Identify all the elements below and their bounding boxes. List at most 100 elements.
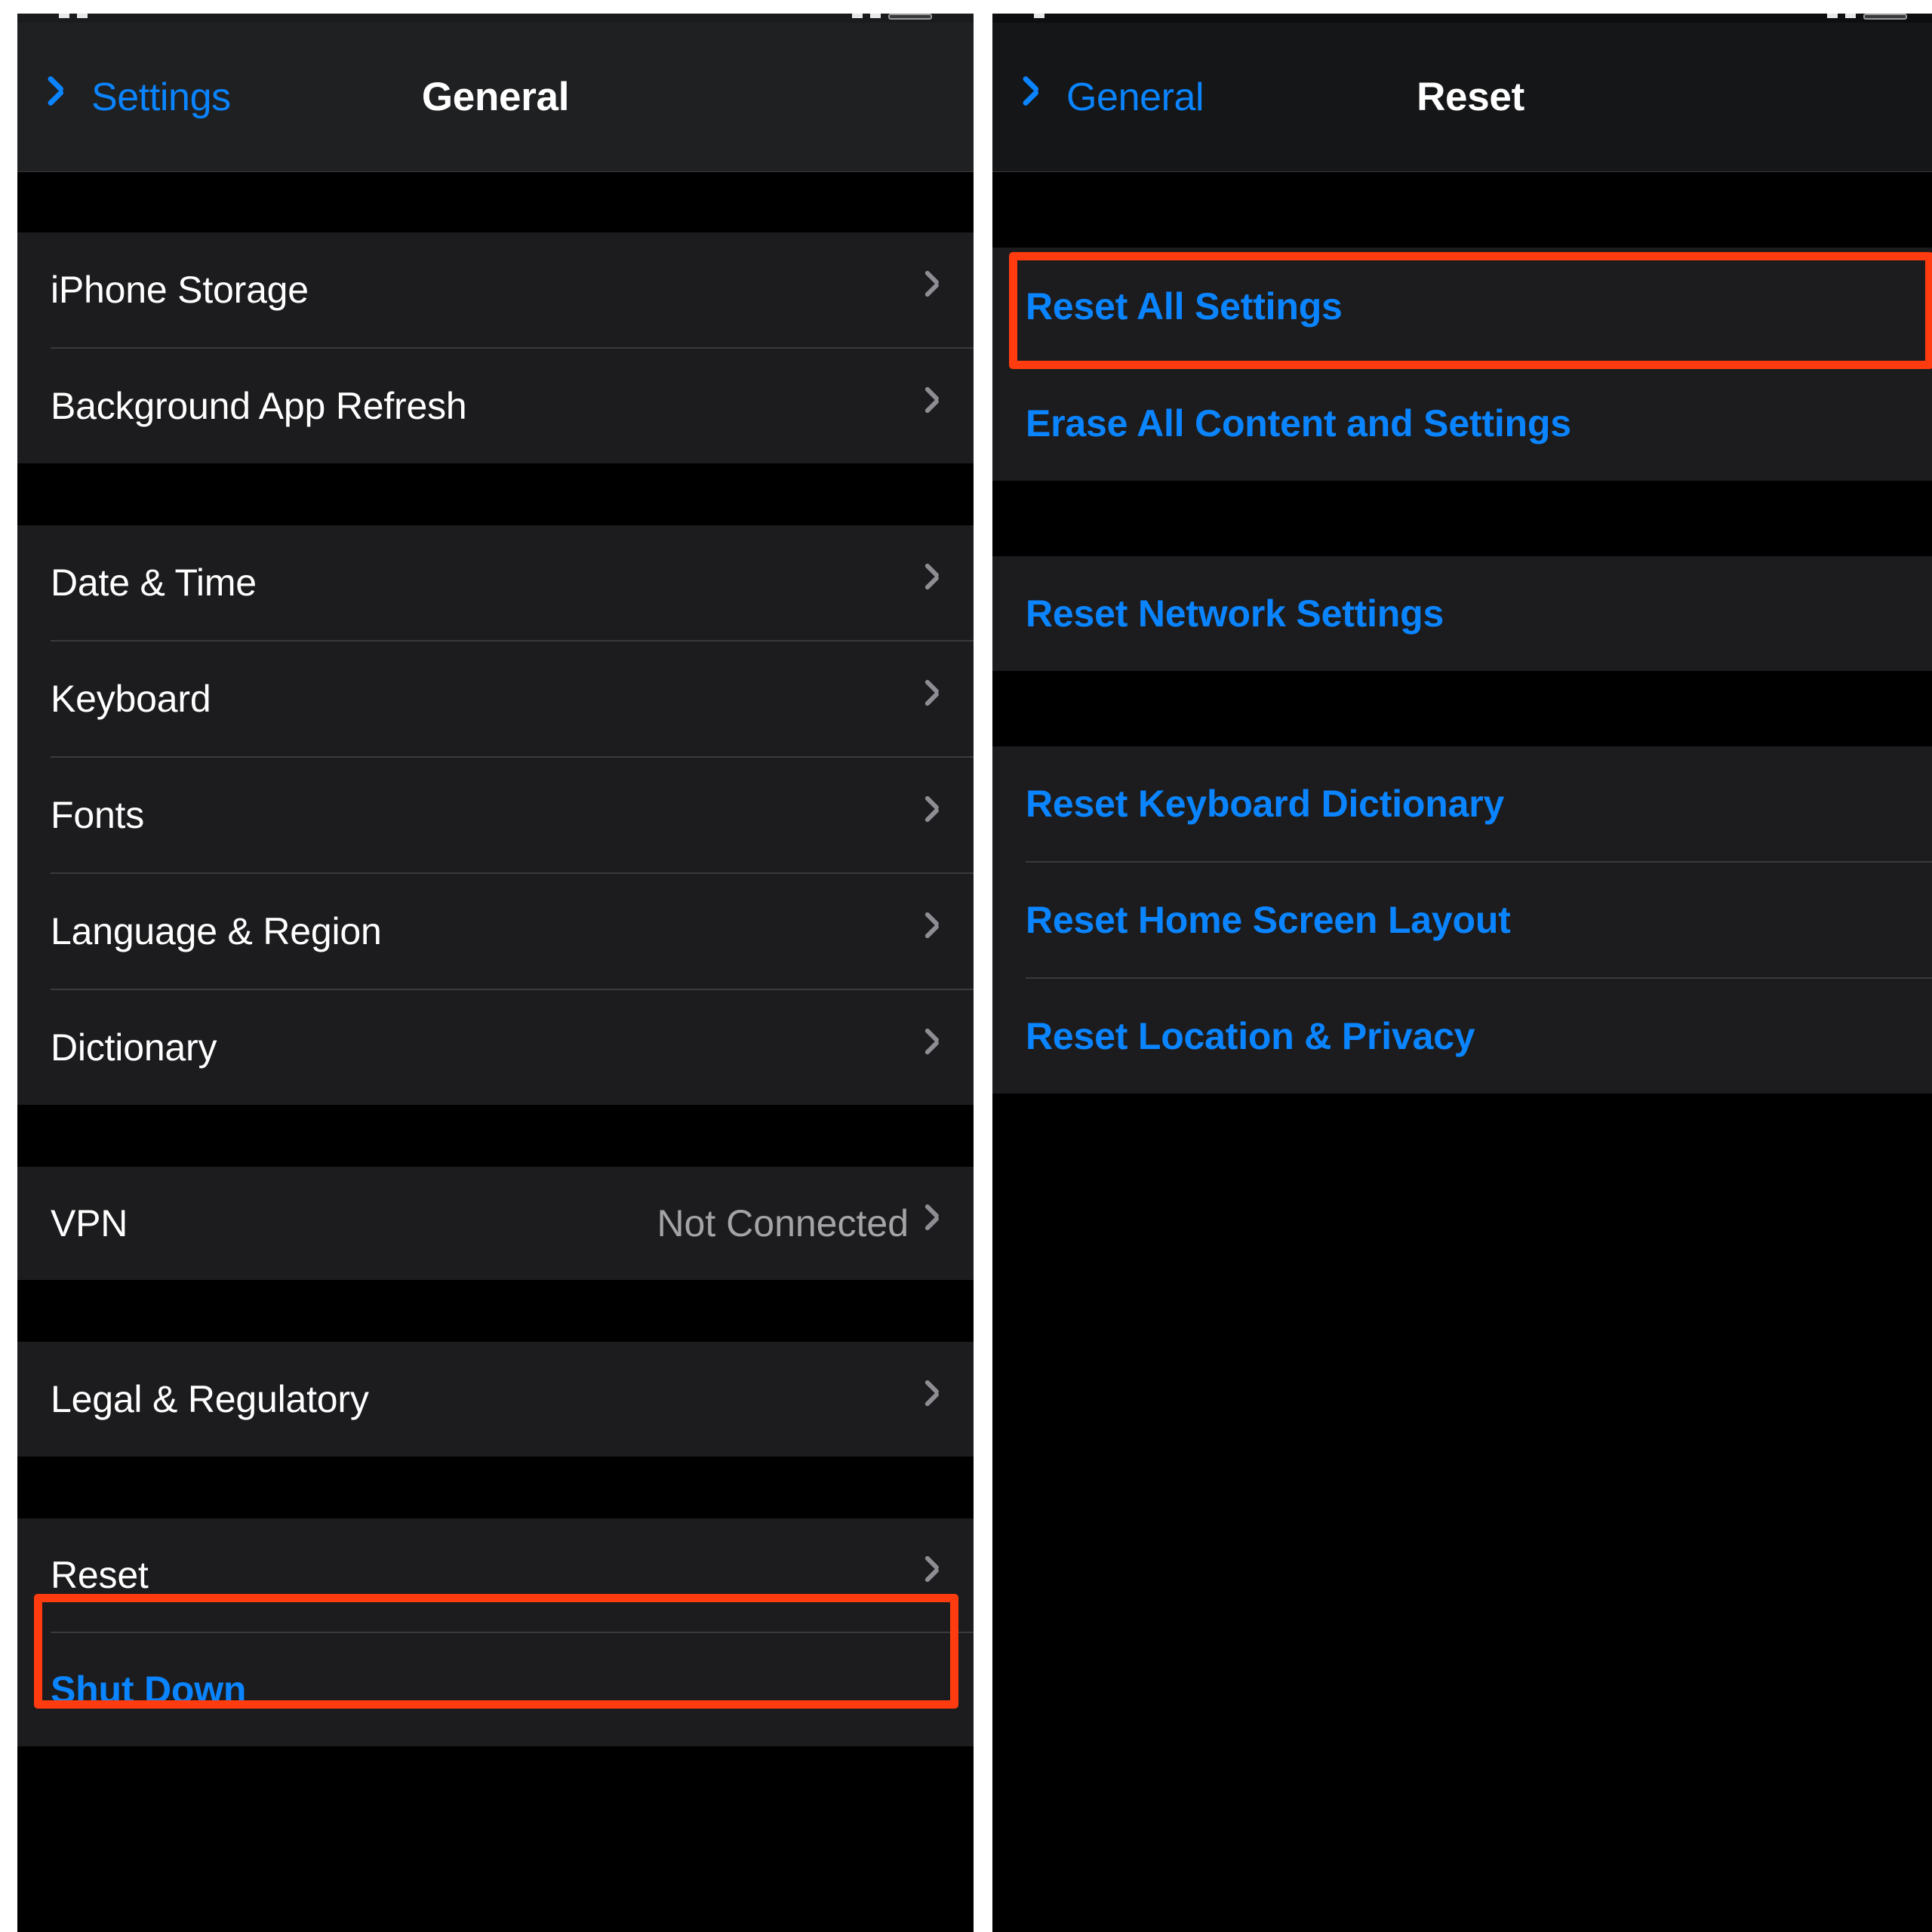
row-reset-network-settings[interactable]: Reset Network Settings — [992, 556, 1932, 671]
row-background-app-refresh[interactable]: Background App Refresh — [17, 349, 974, 463]
list-gap — [17, 1280, 974, 1342]
row-label: iPhone Storage — [51, 269, 309, 311]
row-accessory — [925, 392, 940, 420]
row-accessory — [925, 1033, 940, 1062]
row-accessory — [925, 1385, 940, 1414]
status-bar-left — [59, 14, 88, 18]
carrier-dots-icon — [59, 14, 69, 18]
row-date-and-time[interactable]: Date & Time — [17, 525, 974, 640]
left-phone-screen: Settings General iPhone Storage Backgrou… — [17, 14, 974, 1932]
row-reset-location-and-privacy[interactable]: Reset Location & Privacy — [992, 979, 1932, 1094]
row-label: Reset — [51, 1554, 149, 1596]
row-language-and-region[interactable]: Language & Region — [17, 874, 974, 989]
list-bottom-gap — [992, 1094, 1932, 1932]
settings-group: Reset Shut Down — [17, 1518, 974, 1746]
row-fonts[interactable]: Fonts — [17, 758, 974, 872]
row-label: Keyboard — [51, 678, 211, 720]
chevron-right-icon — [925, 917, 940, 946]
row-label: Fonts — [51, 794, 145, 836]
list-gap — [17, 172, 974, 232]
cellular-signal-icon — [852, 14, 863, 18]
row-dictionary[interactable]: Dictionary — [17, 990, 974, 1105]
row-label: Erase All Content and Settings — [1026, 402, 1571, 445]
chevron-right-icon — [925, 568, 940, 597]
battery-icon — [1863, 14, 1907, 20]
battery-icon — [888, 14, 932, 20]
chevron-right-icon — [925, 1209, 940, 1238]
settings-group: Date & Time Keyboard Fonts Language & Re… — [17, 525, 974, 1105]
chevron-right-icon — [925, 801, 940, 829]
settings-group: Legal & Regulatory — [17, 1342, 974, 1457]
row-accessory — [925, 568, 940, 597]
back-button-label: General — [1066, 75, 1204, 119]
row-reset-all-settings[interactable]: Reset All Settings — [992, 248, 1932, 365]
status-bar-right — [852, 14, 932, 20]
right-phone-screen: General Reset Reset All Settings Erase A… — [992, 14, 1932, 1932]
chevron-right-icon — [925, 275, 940, 304]
row-label: Background App Refresh — [51, 385, 467, 427]
row-label: Dictionary — [51, 1026, 217, 1069]
row-accessory — [925, 685, 940, 713]
list-gap — [992, 172, 1932, 248]
back-to-general-button[interactable]: General — [1035, 75, 1204, 120]
right-nav-bar: General Reset — [992, 23, 1932, 172]
row-keyboard[interactable]: Keyboard — [17, 641, 974, 756]
wifi-icon — [870, 14, 881, 18]
settings-group: Reset Network Settings — [992, 556, 1932, 671]
status-bar — [992, 14, 1932, 23]
list-bottom-gap — [17, 1746, 974, 1837]
row-reset-keyboard-dictionary[interactable]: Reset Keyboard Dictionary — [992, 746, 1932, 861]
row-erase-all-content-and-settings[interactable]: Erase All Content and Settings — [992, 366, 1932, 481]
chevron-right-icon — [925, 685, 940, 713]
row-accessory — [925, 1561, 940, 1589]
status-bar-left — [1034, 14, 1044, 18]
list-gap — [992, 481, 1932, 556]
vpn-status-value: Not Connected — [657, 1202, 909, 1244]
back-to-settings-button[interactable]: Settings — [60, 75, 231, 120]
row-reset[interactable]: Reset — [17, 1518, 974, 1632]
list-gap — [992, 671, 1932, 746]
row-accessory — [925, 801, 940, 829]
row-label: Language & Region — [51, 910, 382, 952]
list-gap — [17, 463, 974, 525]
row-accessory: Not Connected — [657, 1201, 940, 1245]
row-label: Legal & Regulatory — [51, 1378, 369, 1420]
cellular-signal-icon — [1827, 14, 1838, 18]
row-legal-and-regulatory[interactable]: Legal & Regulatory — [17, 1342, 974, 1457]
status-bar-right — [1827, 14, 1907, 20]
screenshot-stage: Settings General iPhone Storage Backgrou… — [0, 0, 1932, 1932]
settings-group: iPhone Storage Background App Refresh — [17, 232, 974, 463]
row-label: VPN — [51, 1202, 128, 1244]
row-label: Reset Keyboard Dictionary — [1026, 783, 1505, 825]
list-gap — [17, 1457, 974, 1518]
left-settings-list: iPhone Storage Background App Refresh Da… — [17, 172, 974, 1932]
wifi-icon — [1845, 14, 1856, 18]
time-icon — [1034, 14, 1044, 18]
row-label: Date & Time — [51, 561, 257, 604]
row-iphone-storage[interactable]: iPhone Storage — [17, 232, 974, 347]
chevron-right-icon — [925, 1033, 940, 1062]
time-icon — [77, 14, 88, 18]
settings-group: Reset Keyboard Dictionary Reset Home Scr… — [992, 746, 1932, 1094]
row-label: Reset All Settings — [1026, 285, 1343, 328]
row-label: Reset Home Screen Layout — [1026, 899, 1511, 941]
settings-group: VPN Not Connected — [17, 1167, 974, 1280]
row-label: Shut Down — [51, 1669, 247, 1711]
row-shut-down[interactable]: Shut Down — [17, 1633, 974, 1746]
right-settings-list: Reset All Settings Erase All Content and… — [992, 172, 1932, 1932]
chevron-right-icon — [925, 392, 940, 420]
settings-group: Reset All Settings Erase All Content and… — [992, 248, 1932, 481]
chevron-left-icon — [60, 81, 79, 114]
back-button-label: Settings — [91, 75, 231, 119]
chevron-right-icon — [925, 1561, 940, 1589]
row-accessory — [925, 917, 940, 946]
left-nav-bar: Settings General — [17, 23, 974, 172]
list-gap — [17, 1105, 974, 1167]
row-label: Reset Network Settings — [1026, 592, 1444, 635]
row-vpn[interactable]: VPN Not Connected — [17, 1167, 974, 1280]
chevron-left-icon — [1035, 81, 1054, 114]
row-label: Reset Location & Privacy — [1026, 1015, 1475, 1057]
row-reset-home-screen-layout[interactable]: Reset Home Screen Layout — [992, 863, 1932, 977]
status-bar — [17, 14, 974, 23]
row-accessory — [925, 275, 940, 304]
